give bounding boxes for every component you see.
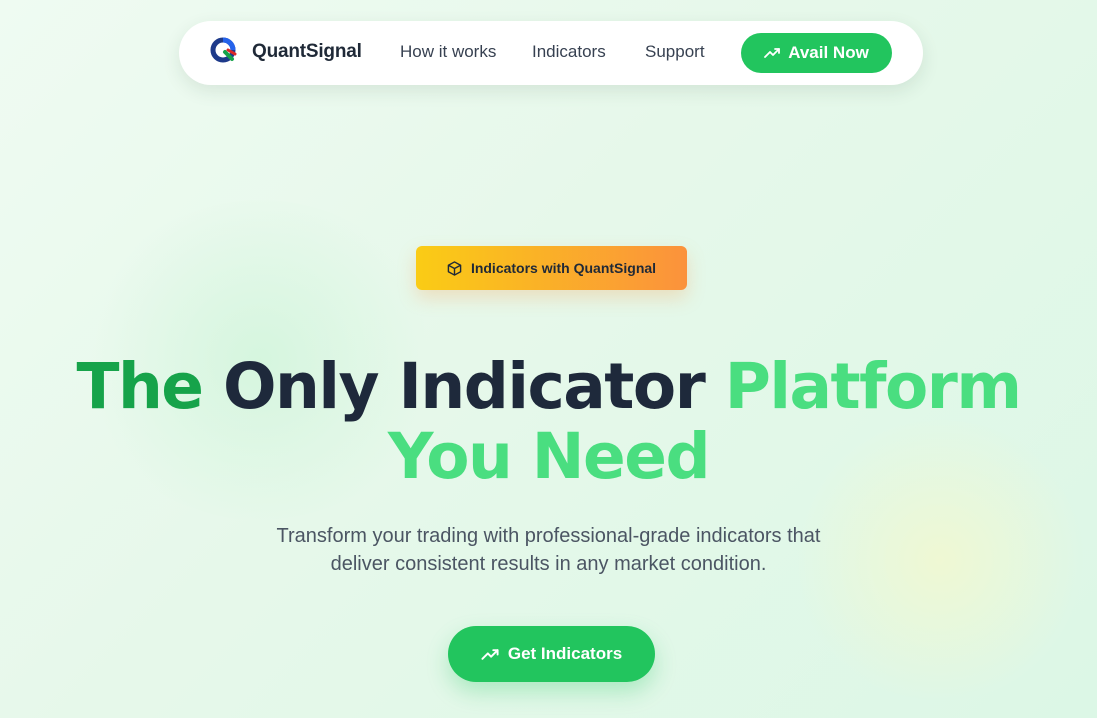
trending-up-icon — [481, 648, 499, 661]
hero-subtitle: Transform your trading with professional… — [0, 522, 1097, 578]
box-icon — [447, 260, 462, 276]
hero-subtitle-line-1: Transform your trading with professional… — [276, 525, 821, 547]
top-navbar: QuantSignal How it works Indicators Supp… — [179, 21, 923, 85]
nav-link-support[interactable]: Support — [645, 42, 705, 62]
headline-words-you-need: You Need — [387, 420, 711, 493]
hero-badge-label: Indicators with QuantSignal — [470, 260, 657, 276]
trending-up-icon — [764, 47, 781, 59]
headline-words-only-indicator: Only Indicator — [222, 350, 706, 423]
get-indicators-label: Get Indicators — [507, 644, 623, 663]
quantsignal-logo-icon[interactable] — [209, 36, 239, 66]
headline-word-the: The — [76, 350, 204, 423]
nav-link-how-it-works[interactable]: How it works — [400, 42, 496, 62]
nav-link-indicators[interactable]: Indicators — [532, 42, 606, 62]
hero-headline: The Only Indicator Platform You Need — [0, 352, 1097, 492]
avail-now-label: Avail Now — [788, 43, 869, 62]
hero-badge: Indicators with QuantSignal — [416, 246, 687, 290]
avail-now-button[interactable]: Avail Now — [741, 33, 892, 73]
brand-name[interactable]: QuantSignal — [252, 41, 362, 63]
hero-subtitle-line-2: deliver consistent results in any market… — [330, 553, 767, 575]
headline-word-platform: Platform — [724, 350, 1022, 423]
get-indicators-button[interactable]: Get Indicators — [448, 626, 655, 682]
